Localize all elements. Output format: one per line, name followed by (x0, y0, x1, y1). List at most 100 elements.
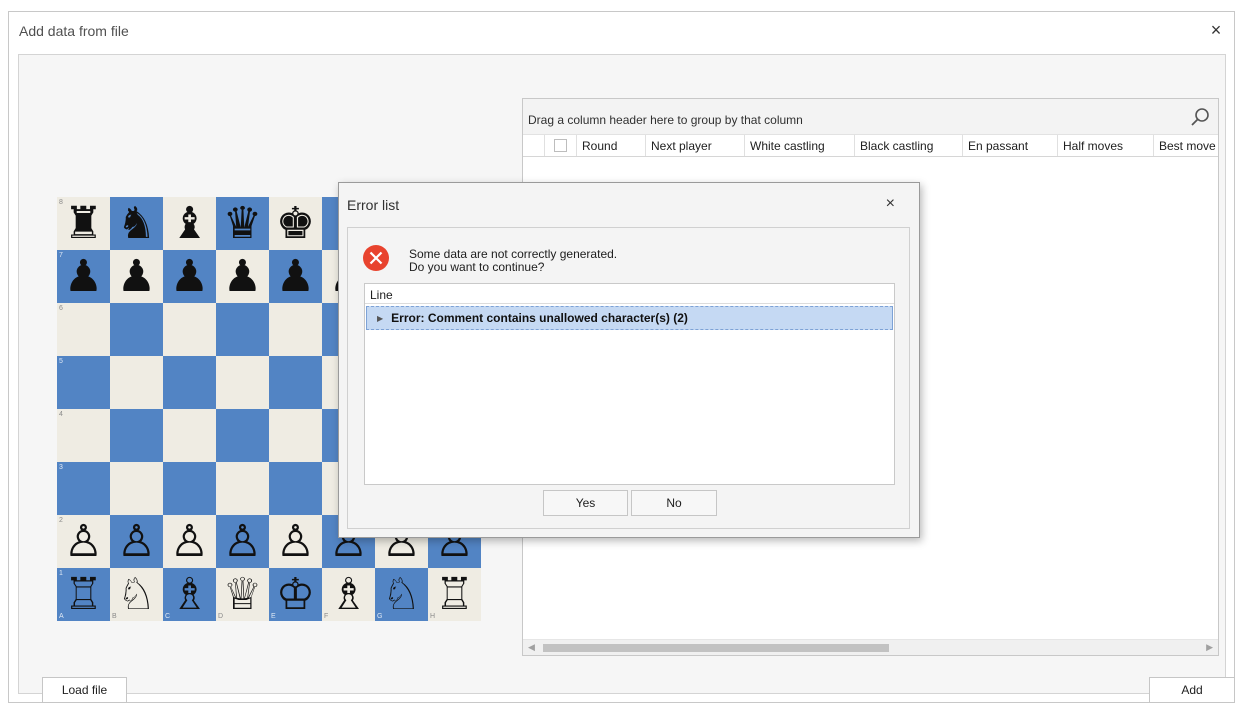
board-square-c3[interactable] (163, 462, 216, 515)
dialog-title: Error list (347, 197, 400, 213)
board-square-e2[interactable]: ♙ (269, 515, 322, 568)
white-piece-icon[interactable]: ♖ (435, 572, 474, 617)
board-square-d3[interactable] (216, 462, 269, 515)
white-piece-icon[interactable]: ♘ (117, 572, 156, 617)
board-square-d2[interactable]: ♙ (216, 515, 269, 568)
column-header-half-moves[interactable]: Half moves (1058, 135, 1154, 156)
board-square-c2[interactable]: ♙ (163, 515, 216, 568)
board-square-e1[interactable]: E ♔ (269, 568, 322, 621)
board-square-c4[interactable] (163, 409, 216, 462)
white-piece-icon[interactable]: ♙ (64, 519, 103, 564)
board-square-e6[interactable] (269, 303, 322, 356)
white-piece-icon[interactable]: ♙ (170, 519, 209, 564)
board-square-a3[interactable]: 3 (57, 462, 110, 515)
board-square-a2[interactable]: 2 ♙ (57, 515, 110, 568)
column-header-best-move[interactable]: Best move (1154, 135, 1218, 156)
board-square-e3[interactable] (269, 462, 322, 515)
board-square-b2[interactable]: ♙ (110, 515, 163, 568)
column-header-row: Round Next player White castling Black c… (523, 135, 1218, 157)
rank-label: 4 (59, 411, 63, 418)
rank-label: 1 (59, 570, 63, 577)
black-piece-icon[interactable]: ♞ (117, 201, 156, 246)
white-piece-icon[interactable]: ♗ (170, 572, 209, 617)
board-square-a8[interactable]: 8 ♜ (57, 197, 110, 250)
board-square-b4[interactable] (110, 409, 163, 462)
white-piece-icon[interactable]: ♕ (223, 572, 262, 617)
board-square-e7[interactable]: ♟ (269, 250, 322, 303)
black-piece-icon[interactable]: ♚ (276, 201, 315, 246)
yes-button[interactable]: Yes (543, 490, 628, 516)
board-square-c1[interactable]: C ♗ (163, 568, 216, 621)
black-piece-icon[interactable]: ♟ (170, 254, 209, 299)
board-square-h1[interactable]: H ♖ (428, 568, 481, 621)
board-square-d6[interactable] (216, 303, 269, 356)
board-square-g1[interactable]: G ♘ (375, 568, 428, 621)
board-square-f1[interactable]: F ♗ (322, 568, 375, 621)
board-square-d4[interactable] (216, 409, 269, 462)
board-square-a1[interactable]: 1 A ♖ (57, 568, 110, 621)
scroll-right-icon[interactable]: ▶ (1206, 642, 1213, 653)
white-piece-icon[interactable]: ♙ (223, 519, 262, 564)
black-piece-icon[interactable]: ♜ (64, 201, 103, 246)
scrollbar-thumb[interactable] (543, 644, 889, 652)
board-square-d8[interactable]: ♛ (216, 197, 269, 250)
board-square-b1[interactable]: B ♘ (110, 568, 163, 621)
board-square-b7[interactable]: ♟ (110, 250, 163, 303)
horizontal-scrollbar[interactable]: ◀ ▶ (523, 639, 1218, 655)
board-square-c6[interactable] (163, 303, 216, 356)
board-square-d1[interactable]: D ♕ (216, 568, 269, 621)
select-all-checkbox[interactable] (545, 135, 577, 156)
board-square-d5[interactable] (216, 356, 269, 409)
board-square-c5[interactable] (163, 356, 216, 409)
load-file-button[interactable]: Load file (42, 677, 127, 703)
board-square-e8[interactable]: ♚ (269, 197, 322, 250)
board-square-a7[interactable]: 7 ♟ (57, 250, 110, 303)
column-header-white-castling[interactable]: White castling (745, 135, 855, 156)
white-piece-icon[interactable]: ♙ (276, 519, 315, 564)
board-square-a4[interactable]: 4 (57, 409, 110, 462)
black-piece-icon[interactable]: ♛ (223, 201, 262, 246)
rank-label: 2 (59, 517, 63, 524)
error-list-header[interactable]: Line (365, 284, 894, 304)
group-panel-text: Drag a column header here to group by th… (528, 113, 803, 127)
board-square-d7[interactable]: ♟ (216, 250, 269, 303)
scroll-left-icon[interactable]: ◀ (528, 642, 535, 653)
board-square-c7[interactable]: ♟ (163, 250, 216, 303)
window-close-icon[interactable]: × (1206, 20, 1226, 40)
file-label: C (165, 613, 171, 620)
error-icon (363, 245, 389, 271)
expand-arrow-icon[interactable]: ▶ (377, 314, 383, 323)
column-header-en-passant[interactable]: En passant (963, 135, 1058, 156)
board-square-b8[interactable]: ♞ (110, 197, 163, 250)
board-square-b3[interactable] (110, 462, 163, 515)
file-label: A (59, 613, 64, 620)
black-piece-icon[interactable]: ♟ (117, 254, 156, 299)
white-piece-icon[interactable]: ♖ (64, 572, 103, 617)
group-panel[interactable]: Drag a column header here to group by th… (523, 99, 1218, 135)
white-piece-icon[interactable]: ♗ (329, 572, 368, 617)
white-piece-icon[interactable]: ♔ (276, 572, 315, 617)
board-square-c8[interactable]: ♝ (163, 197, 216, 250)
board-square-a5[interactable]: 5 (57, 356, 110, 409)
board-square-b6[interactable] (110, 303, 163, 356)
board-square-a6[interactable]: 6 (57, 303, 110, 356)
file-label: H (430, 613, 436, 620)
add-button[interactable]: Add (1149, 677, 1235, 703)
column-header-next-player[interactable]: Next player (646, 135, 745, 156)
black-piece-icon[interactable]: ♟ (276, 254, 315, 299)
white-piece-icon[interactable]: ♘ (382, 572, 421, 617)
board-square-e4[interactable] (269, 409, 322, 462)
board-square-e5[interactable] (269, 356, 322, 409)
black-piece-icon[interactable]: ♝ (170, 201, 209, 246)
column-header-round[interactable]: Round (577, 135, 646, 156)
file-label: F (324, 613, 329, 620)
column-header-black-castling[interactable]: Black castling (855, 135, 963, 156)
dialog-close-icon[interactable]: × (886, 195, 895, 213)
search-icon[interactable] (1190, 107, 1210, 127)
black-piece-icon[interactable]: ♟ (64, 254, 103, 299)
error-row[interactable]: ▶ Error: Comment contains unallowed char… (366, 306, 893, 330)
no-button[interactable]: No (631, 490, 717, 516)
white-piece-icon[interactable]: ♙ (117, 519, 156, 564)
black-piece-icon[interactable]: ♟ (223, 254, 262, 299)
board-square-b5[interactable] (110, 356, 163, 409)
